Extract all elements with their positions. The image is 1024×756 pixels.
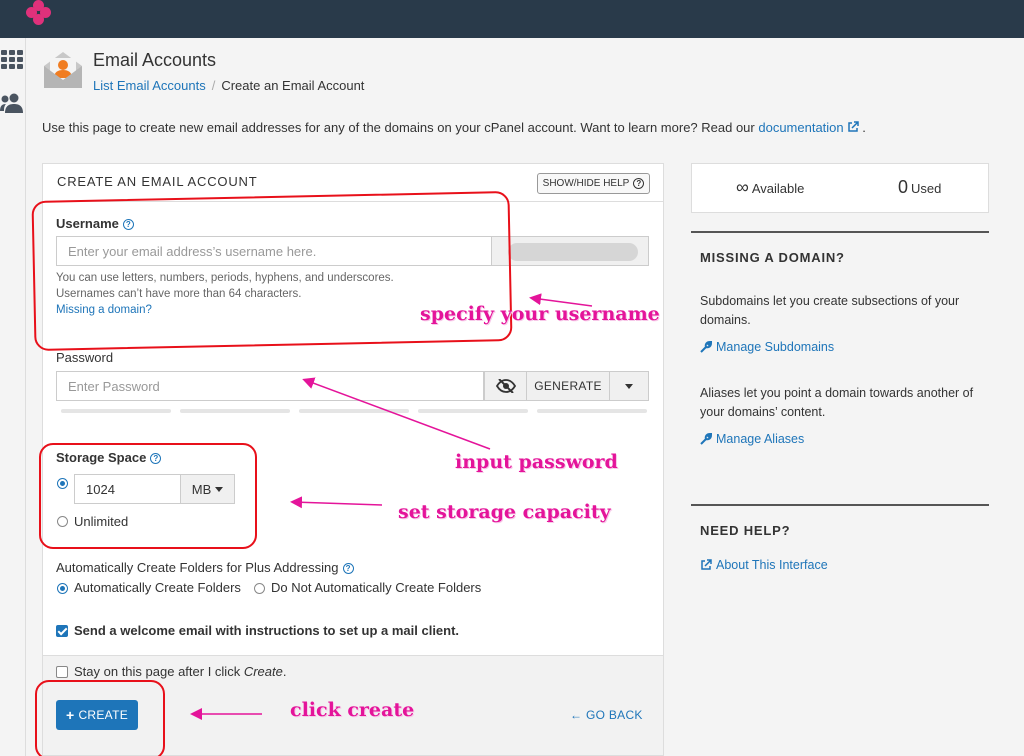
annotation-arrows bbox=[190, 293, 593, 720]
arrow-storage bbox=[290, 496, 383, 509]
arrow-username bbox=[529, 293, 593, 307]
arrow-password bbox=[302, 377, 491, 450]
